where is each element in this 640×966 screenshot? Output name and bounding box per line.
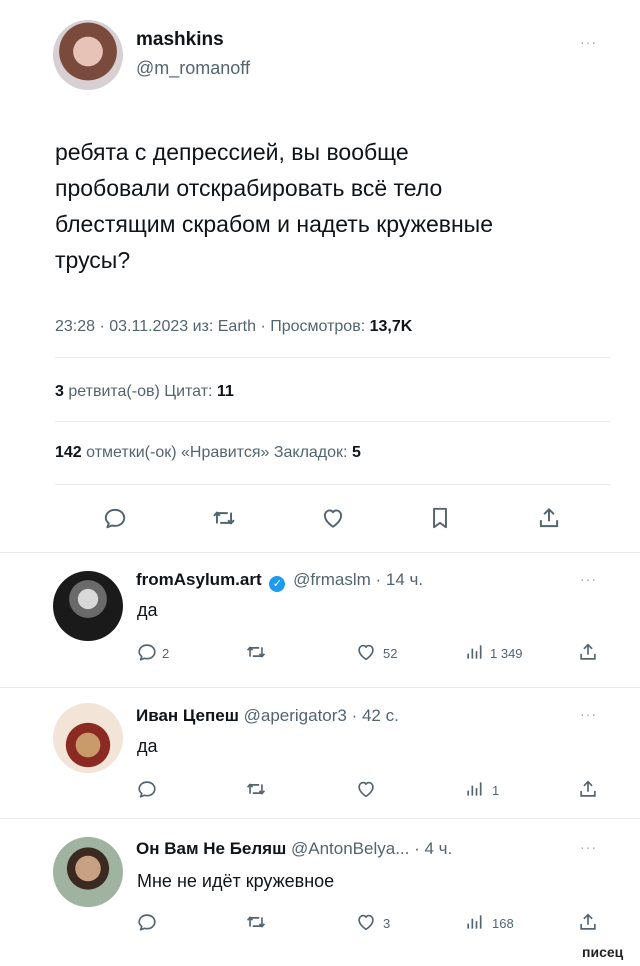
reply-item[interactable]: Он Вам Не Беляш @AntonBelya... · 4 ч. ··… — [0, 819, 640, 949]
author-handle[interactable]: @m_romanoff — [136, 58, 250, 79]
retweet-icon[interactable] — [245, 641, 267, 663]
share-icon[interactable] — [536, 505, 562, 531]
view-count: 1 — [492, 783, 500, 798]
like-stats[interactable]: 142 отметки(-ок) «Нравится» Закладок: 5 — [55, 444, 361, 462]
share-icon[interactable] — [577, 641, 599, 663]
reply-text: да — [137, 600, 158, 620]
retweet-icon[interactable] — [245, 911, 267, 933]
view-count: 168 — [492, 916, 514, 931]
reply-text: да — [137, 736, 158, 756]
reply-avatar[interactable] — [53, 571, 123, 641]
reply-header: fromAsylum.art ✓ @frmaslm · 14 ч. — [136, 570, 423, 592]
reply-author-handle[interactable]: @AntonBelya... · 4 ч. — [291, 839, 452, 858]
share-icon[interactable] — [577, 911, 599, 933]
like-count: 3 — [383, 916, 391, 931]
author-name[interactable]: mashkins — [136, 29, 224, 51]
retweet-stats[interactable]: 3 ретвита(-ов) Цитат: 11 — [55, 383, 234, 401]
tweet-text-line: трусы? — [55, 247, 131, 273]
view-count: 1 349 — [490, 646, 523, 661]
divider — [55, 421, 610, 422]
like-icon[interactable] — [355, 911, 377, 933]
views-icon[interactable] — [464, 641, 484, 663]
retweets-count: 3 — [55, 383, 64, 400]
reply-avatar[interactable] — [53, 837, 123, 907]
like-count: 52 — [383, 646, 398, 661]
reply-author-handle[interactable]: @aperigator3 · 42 с. — [244, 706, 399, 725]
likes-count: 142 — [55, 444, 82, 461]
reply-avatar[interactable] — [53, 703, 123, 773]
reply-icon[interactable] — [136, 911, 158, 933]
tweet-text-line: пробовали отскрабировать всё тело — [55, 175, 443, 201]
reply-header: Иван Цепеш @aperigator3 · 42 с. — [136, 706, 399, 726]
views-count: 13,7K — [369, 318, 413, 335]
more-options-icon[interactable]: ··· — [580, 34, 597, 50]
reply-icon[interactable] — [102, 505, 128, 531]
tweet-meta: 23:28 · 03.11.2023 из: Earth · Просмотро… — [55, 318, 412, 336]
more-options-icon[interactable]: ··· — [580, 706, 597, 722]
bookmarks-count: 5 — [351, 444, 361, 461]
watermark: писец — [582, 944, 624, 960]
reply-author-handle[interactable]: @frmaslm · 14 ч. — [293, 570, 423, 589]
divider — [55, 357, 610, 358]
tweet-text: ребята с депрессией, вы вообще пробовали… — [55, 134, 625, 278]
views-icon[interactable] — [464, 911, 484, 933]
reply-author-name[interactable]: fromAsylum.art — [136, 570, 262, 589]
reply-author-name[interactable]: Он Вам Не Беляш — [136, 839, 286, 858]
tweet-text-line: блестящим скрабом и надеть кружевные — [55, 211, 493, 237]
reply-item[interactable]: fromAsylum.art ✓ @frmaslm · 14 ч. ··· да… — [0, 553, 640, 687]
verified-badge-icon: ✓ — [269, 576, 286, 592]
more-options-icon[interactable]: ··· — [580, 571, 597, 587]
reply-icon[interactable] — [136, 641, 158, 663]
views-icon[interactable] — [464, 778, 484, 800]
reply-header: Он Вам Не Беляш @AntonBelya... · 4 ч. — [136, 839, 452, 859]
retweet-icon[interactable] — [211, 505, 237, 531]
reply-icon[interactable] — [136, 778, 158, 800]
reply-item[interactable]: Иван Цепеш @aperigator3 · 42 с. ··· да 1 — [0, 688, 640, 818]
author-avatar[interactable] — [53, 20, 123, 90]
reply-count: 2 — [162, 646, 170, 661]
retweets-label: ретвита(-ов) Цитат: — [63, 383, 217, 400]
like-icon[interactable] — [355, 778, 377, 800]
tweet-text-line: ребята с депрессией, вы вообще — [55, 139, 409, 165]
quotes-count: 11 — [216, 383, 234, 400]
like-icon[interactable] — [320, 505, 346, 531]
share-icon[interactable] — [577, 778, 599, 800]
reply-text: Мне не идёт кружевное — [137, 871, 335, 891]
retweet-icon[interactable] — [245, 778, 267, 800]
like-icon[interactable] — [355, 641, 377, 663]
divider — [55, 484, 610, 485]
likes-label: отметки(-ок) «Нравится» Закладок: — [81, 444, 352, 461]
tweet-timestamp[interactable]: 23:28 · 03.11.2023 из: Earth · Просмотро… — [55, 318, 370, 335]
bookmark-icon[interactable] — [427, 505, 453, 531]
reply-author-name[interactable]: Иван Цепеш — [136, 706, 239, 725]
more-options-icon[interactable]: ··· — [580, 839, 597, 855]
